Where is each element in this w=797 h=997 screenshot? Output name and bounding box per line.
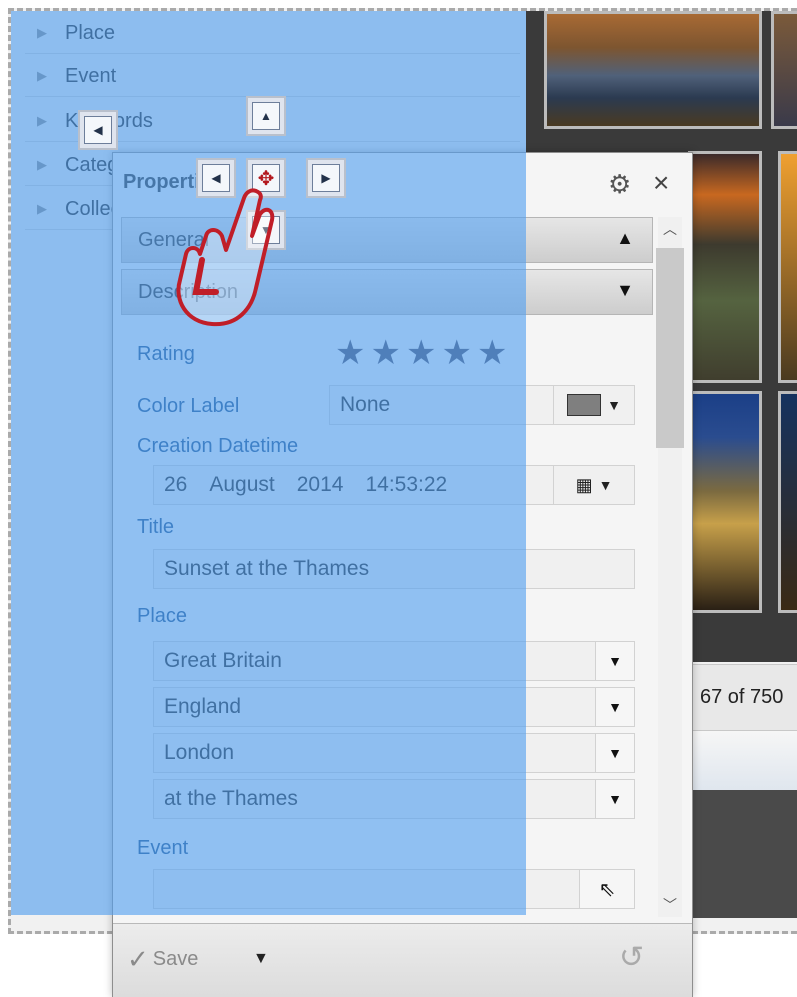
- tree-item-event[interactable]: ▶ Event: [25, 56, 520, 97]
- color-label-label: Color Label: [137, 395, 240, 417]
- thumbnail-venice-canal[interactable]: [544, 11, 762, 129]
- dock-guide-right[interactable]: ▶: [306, 158, 346, 198]
- place-city-select[interactable]: London ▼: [153, 733, 635, 773]
- thumbnail[interactable]: [778, 151, 797, 383]
- tree-item-place[interactable]: ▶ Place: [25, 13, 520, 54]
- creation-datetime-label: Creation Datetime: [137, 435, 299, 457]
- dock-top-icon: ▲: [252, 102, 280, 130]
- preview-area: [686, 790, 797, 918]
- thumbnail-sunset-road[interactable]: [688, 151, 762, 383]
- dock-left-icon: ◀: [84, 116, 112, 144]
- star-icon[interactable]: ★: [441, 333, 471, 373]
- dock-guide-top[interactable]: ▲: [246, 96, 286, 136]
- tree-item-label: Event: [65, 64, 117, 87]
- scrollbar-thumb[interactable]: [656, 248, 684, 448]
- date-time[interactable]: 14:53:22: [365, 473, 447, 497]
- tree-item-label: Place: [65, 21, 116, 44]
- scroll-down-icon[interactable]: ﹀: [663, 895, 677, 915]
- chevron-down-icon[interactable]: ▼: [595, 688, 634, 726]
- chevron-down-icon[interactable]: ▼: [595, 780, 634, 818]
- gear-icon[interactable]: ⚙: [608, 169, 631, 200]
- status-count-text: 67 of 750: [700, 686, 784, 708]
- place-city-value: London: [164, 741, 235, 764]
- expand-arrow-icon[interactable]: ▶: [37, 201, 59, 217]
- star-icon[interactable]: ★: [335, 333, 365, 373]
- date-month[interactable]: August: [209, 473, 274, 497]
- event-input[interactable]: ⇖: [153, 869, 635, 909]
- place-state-select[interactable]: England ▼: [153, 687, 635, 727]
- dock-guide-left-outer[interactable]: ◀: [78, 110, 118, 150]
- dock-right-icon: ▶: [312, 164, 340, 192]
- place-label: Place: [137, 605, 188, 627]
- color-swatch-dropdown[interactable]: ▼: [553, 386, 634, 424]
- expand-arrow-icon[interactable]: ▶: [37, 25, 59, 41]
- date-year[interactable]: 2014: [297, 473, 344, 497]
- save-label: Save: [152, 948, 199, 970]
- color-label-select[interactable]: None ▼: [329, 385, 635, 425]
- close-icon[interactable]: ×: [653, 167, 669, 199]
- save-dropdown-icon[interactable]: ▼: [253, 950, 269, 968]
- rating-stars[interactable]: ★ ★ ★ ★ ★: [335, 333, 512, 373]
- star-icon[interactable]: ★: [370, 333, 400, 373]
- calendar-icon: ▦: [575, 474, 593, 495]
- date-day[interactable]: 26: [164, 473, 187, 497]
- checkmark-icon: ✓: [127, 944, 149, 974]
- chevron-down-icon: ▼: [598, 477, 613, 493]
- place-country-value: Great Britain: [164, 649, 282, 672]
- chevron-up-icon[interactable]: ▲: [616, 228, 634, 249]
- place-state-value: England: [164, 695, 242, 718]
- color-swatch: [567, 394, 602, 416]
- panel-footer: ✓ Save ▼ ↺: [113, 923, 692, 997]
- title-label: Title: [137, 516, 175, 538]
- status-count: 67 of 750: [686, 664, 797, 730]
- touch-hand-icon: [176, 188, 275, 327]
- thumbnail-night-city[interactable]: [688, 391, 762, 613]
- title-input[interactable]: Sunset at the Thames: [153, 549, 635, 589]
- chevron-down-icon: ▼: [607, 397, 621, 413]
- event-label: Event: [137, 837, 189, 859]
- undo-icon[interactable]: ↺: [619, 940, 644, 975]
- scroll-up-icon[interactable]: ︿: [663, 219, 677, 239]
- star-icon[interactable]: ★: [406, 333, 436, 373]
- place-location-value: at the Thames: [164, 787, 298, 810]
- place-location-select[interactable]: at the Thames ▼: [153, 779, 635, 819]
- thumbnail[interactable]: [778, 391, 797, 613]
- chevron-down-icon[interactable]: ▼: [616, 280, 634, 301]
- thumbnail[interactable]: [771, 11, 797, 129]
- expand-arrow-icon[interactable]: ▶: [37, 157, 59, 173]
- creation-datetime-field[interactable]: 26 August 2014 14:53:22 ▦ ▼: [153, 465, 635, 505]
- chevron-down-icon[interactable]: ▼: [595, 642, 634, 680]
- expand-arrow-icon[interactable]: ▶: [37, 68, 59, 84]
- toolbar-strip: [686, 730, 797, 791]
- expand-arrow-icon[interactable]: ▶: [37, 113, 59, 129]
- chevron-down-icon[interactable]: ▼: [595, 734, 634, 772]
- title-value: Sunset at the Thames: [164, 557, 370, 580]
- star-icon[interactable]: ★: [477, 333, 507, 373]
- color-label-value: None: [340, 393, 391, 416]
- place-country-select[interactable]: Great Britain ▼: [153, 641, 635, 681]
- arrow-up-left-icon[interactable]: ⇖: [579, 870, 634, 908]
- calendar-dropdown[interactable]: ▦ ▼: [553, 466, 634, 504]
- save-button[interactable]: ✓ Save: [127, 944, 198, 975]
- rating-label: Rating: [137, 343, 195, 365]
